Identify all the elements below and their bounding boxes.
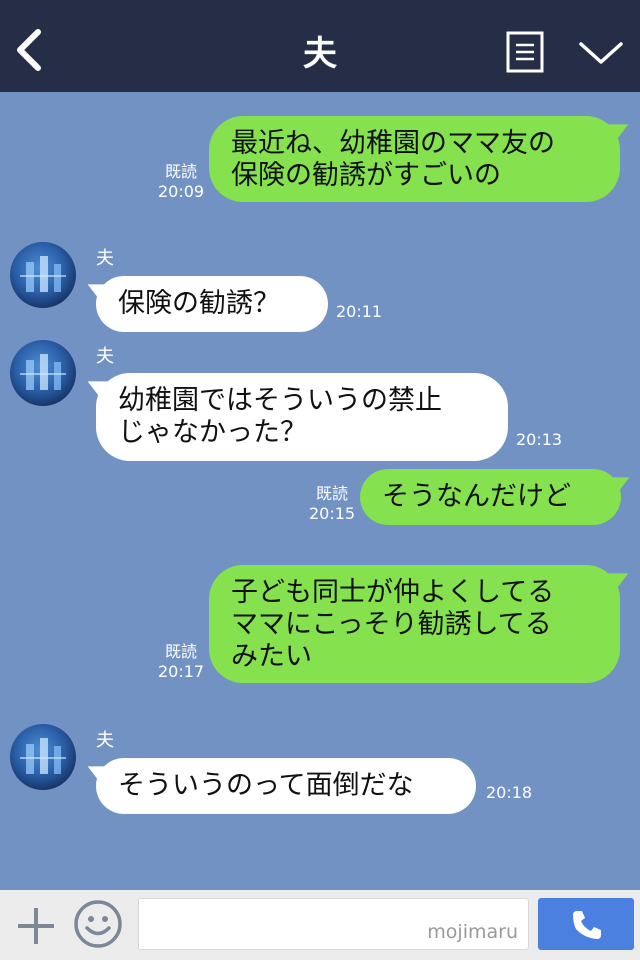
- avatar[interactable]: [10, 724, 76, 790]
- avatar-image: [20, 354, 66, 390]
- chat-header: 夫: [0, 0, 640, 92]
- message-line: 最近ね、幼稚園のママ友の: [231, 128, 555, 159]
- menu-button[interactable]: [578, 38, 624, 68]
- call-button[interactable]: [538, 898, 634, 950]
- their-message-bubble[interactable]: そういうのって面倒だな: [96, 758, 476, 814]
- read-receipt: 既読 20:15: [309, 484, 356, 523]
- watermark: mojimaru: [427, 921, 518, 943]
- chat-area[interactable]: 既読 20:09 最近ね、幼稚園のママ友の 保険の勧誘がすごいの 夫 保険の勧誘…: [0, 92, 640, 890]
- message-time: 20:09: [158, 182, 205, 201]
- read-receipt: 既読 20:17: [158, 642, 205, 681]
- message-line: ママにこっそり勧誘してる: [231, 609, 552, 640]
- message-time: 20:18: [486, 783, 533, 802]
- plus-icon: [18, 908, 54, 944]
- message-line: 子ども同士が仲よくしてる: [231, 577, 555, 608]
- back-button[interactable]: [12, 28, 48, 72]
- sender-name: 夫: [96, 730, 114, 751]
- message-line: そういうのって面倒だな: [118, 770, 414, 801]
- message-time: 20:17: [158, 662, 205, 681]
- emoji-icon: [74, 900, 122, 948]
- message-input[interactable]: mojimaru: [138, 898, 529, 950]
- avatar-image: [20, 256, 66, 292]
- message-line: みたい: [231, 641, 312, 672]
- emoji-button[interactable]: [72, 898, 124, 950]
- my-message-bubble[interactable]: 子ども同士が仲よくしてる ママにこっそり勧誘してる みたい: [209, 565, 620, 683]
- sender-name: 夫: [96, 346, 114, 367]
- message-line: 保険の勧誘がすごいの: [231, 160, 501, 191]
- message-time: 20:15: [309, 504, 356, 523]
- message-line: 幼稚園ではそういうの禁止: [118, 385, 442, 416]
- chevron-down-icon: [579, 42, 623, 64]
- my-message-bubble[interactable]: そうなんだけど: [360, 469, 621, 525]
- notes-button[interactable]: [506, 31, 544, 73]
- chevron-left-icon: [17, 29, 41, 71]
- chat-title: 夫: [303, 34, 337, 74]
- add-button[interactable]: [14, 904, 58, 948]
- message-line: じゃなかった？: [118, 417, 307, 448]
- notes-icon: [506, 31, 544, 73]
- message-time: 20:13: [516, 430, 563, 449]
- sender-name: 夫: [96, 248, 114, 269]
- composer-bar: mojimaru: [0, 890, 640, 960]
- their-message-bubble[interactable]: 保険の勧誘？: [96, 276, 328, 332]
- message-line: 保険の勧誘？: [118, 288, 280, 319]
- read-receipt: 既読 20:09: [158, 162, 205, 201]
- message-line: そうなんだけど: [382, 481, 571, 512]
- avatar-image: [20, 738, 66, 774]
- message-time: 20:11: [336, 302, 383, 321]
- avatar[interactable]: [10, 340, 76, 406]
- their-message-bubble[interactable]: 幼稚園ではそういうの禁止 じゃなかった？: [96, 373, 508, 461]
- my-message-bubble[interactable]: 最近ね、幼稚園のママ友の 保険の勧誘がすごいの: [209, 116, 620, 202]
- phone-icon: [573, 911, 601, 939]
- avatar[interactable]: [10, 242, 76, 308]
